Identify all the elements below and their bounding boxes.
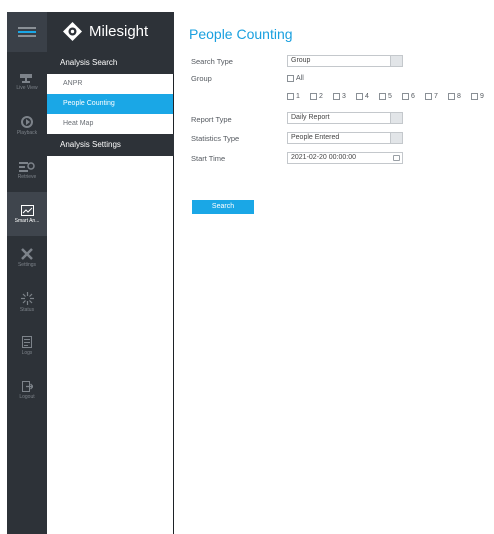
checkbox-label: All	[296, 75, 304, 82]
checkbox-label: 1	[296, 93, 300, 100]
chevron-down-icon	[390, 56, 402, 66]
checkbox-label: 2	[319, 93, 323, 100]
milesight-logo-icon	[63, 22, 82, 41]
calendar-icon[interactable]	[393, 155, 400, 161]
checkbox-box	[356, 93, 363, 100]
search-type-label: Search Type	[191, 57, 233, 66]
analysis-menu: Milesight Analysis Search ANPR People Co…	[47, 12, 174, 534]
statistics-type-label: Statistics Type	[191, 134, 240, 143]
menu-section-analysis-search[interactable]: Analysis Search	[47, 52, 174, 74]
rail-label: Settings	[17, 262, 37, 268]
checkbox-box	[379, 93, 386, 100]
rail-label: Smart An...	[14, 217, 40, 224]
checkbox-box	[471, 93, 478, 100]
menu-item-people-counting[interactable]: People Counting	[47, 94, 173, 114]
checkbox-box	[425, 93, 432, 100]
checkbox-label: 9	[480, 93, 484, 100]
group-all-checkbox[interactable]: All	[287, 74, 304, 83]
checkbox-box	[310, 93, 317, 100]
rail-item-smart-analysis[interactable]: Smart An...	[7, 192, 47, 236]
playback-icon	[21, 116, 33, 128]
statistics-type-select[interactable]: People Entered	[287, 132, 403, 144]
logout-icon	[21, 380, 33, 392]
group-checkbox-6[interactable]: 6	[402, 92, 415, 101]
rail-item-logout[interactable]: Logout	[7, 368, 47, 412]
menu-toggle-button[interactable]	[7, 12, 47, 52]
rail-item-status[interactable]: Status	[7, 280, 47, 324]
group-checkbox-4[interactable]: 4	[356, 92, 369, 101]
start-time-input[interactable]: 2021-02-20 00:00:00	[287, 152, 403, 164]
rail-label: Playback	[16, 130, 38, 136]
checkbox-label: 7	[434, 93, 438, 100]
menu-item-heat-map[interactable]: Heat Map	[47, 114, 173, 134]
main-content: People Counting Search Type Group Group …	[175, 12, 494, 534]
rail-label: Live View	[16, 85, 38, 91]
search-button[interactable]: Search	[192, 200, 254, 214]
start-time-label: Start Time	[191, 154, 226, 163]
retrieve-icon	[19, 161, 35, 172]
menu-item-anpr[interactable]: ANPR	[47, 74, 173, 94]
checkbox-box	[287, 75, 294, 82]
icon-rail: Live View Playback Retrieve Smart An... …	[7, 12, 47, 534]
checkbox-label: 6	[411, 93, 415, 100]
chevron-down-icon	[390, 113, 402, 123]
checkbox-box	[333, 93, 340, 100]
rail-item-retrieve[interactable]: Retrieve	[7, 148, 47, 192]
rail-label: Logout	[19, 393, 35, 400]
brand-header: Milesight	[47, 12, 174, 52]
report-type-label: Report Type	[191, 115, 232, 124]
rail-item-settings[interactable]: Settings	[7, 236, 47, 280]
start-time-value: 2021-02-20 00:00:00	[291, 154, 356, 161]
checkbox-box	[402, 93, 409, 100]
report-type-select[interactable]: Daily Report	[287, 112, 403, 124]
brand-name: Milesight	[89, 23, 149, 40]
group-checkbox-7[interactable]: 7	[425, 92, 438, 101]
status-icon	[20, 291, 34, 305]
checkbox-label: 8	[457, 93, 461, 100]
app-window: Live View Playback Retrieve Smart An... …	[0, 0, 494, 534]
smart-analysis-icon	[20, 204, 34, 216]
camera-icon	[20, 74, 32, 83]
checkbox-box	[287, 93, 294, 100]
group-checkbox-3[interactable]: 3	[333, 92, 346, 101]
rail-item-playback[interactable]: Playback	[7, 104, 47, 148]
rail-item-logs[interactable]: Logs	[7, 324, 47, 368]
chevron-down-icon	[390, 133, 402, 143]
rail-label: Retrieve	[17, 173, 37, 180]
search-type-value: Group	[291, 57, 311, 64]
group-checkbox-8[interactable]: 8	[448, 92, 461, 101]
rail-label: Status	[19, 306, 35, 313]
rail-item-live-view[interactable]: Live View	[7, 60, 47, 104]
checkbox-label: 3	[342, 93, 346, 100]
rail-label: Logs	[21, 350, 33, 356]
group-checkbox-5[interactable]: 5	[379, 92, 392, 101]
report-type-value: Daily Report	[291, 114, 330, 121]
page-title: People Counting	[189, 26, 293, 42]
search-type-select[interactable]: Group	[287, 55, 403, 67]
statistics-type-value: People Entered	[291, 134, 340, 141]
group-label: Group	[191, 74, 212, 83]
group-checkbox-9[interactable]: 9	[471, 92, 484, 101]
menu-toggle-icon	[18, 27, 36, 37]
menu-section-analysis-settings[interactable]: Analysis Settings	[47, 134, 174, 156]
group-checkbox-1[interactable]: 1	[287, 92, 300, 101]
logs-icon	[22, 336, 32, 348]
checkbox-label: 5	[388, 93, 392, 100]
group-checkbox-2[interactable]: 2	[310, 92, 323, 101]
checkbox-box	[448, 93, 455, 100]
checkbox-label: 4	[365, 93, 369, 100]
wrench-icon	[21, 248, 33, 260]
